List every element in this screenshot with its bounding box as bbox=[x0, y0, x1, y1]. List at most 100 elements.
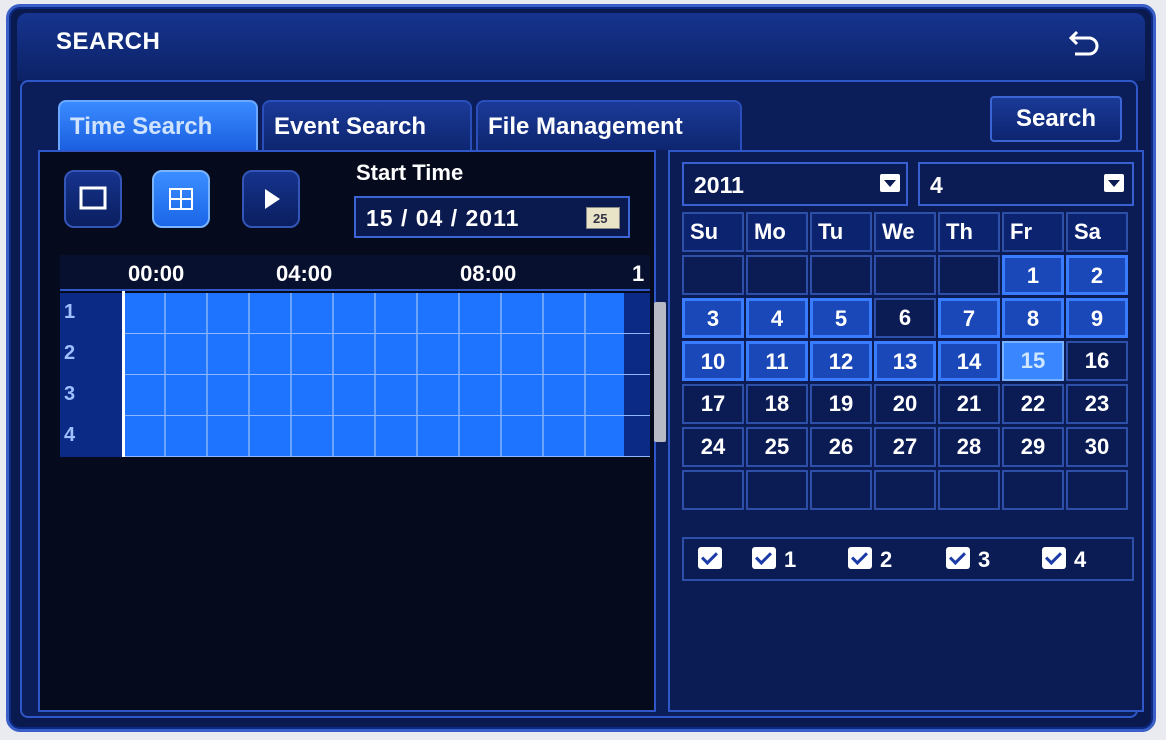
year-value: 2011 bbox=[694, 172, 744, 198]
channel-label: 2 bbox=[60, 334, 124, 375]
timeline-row: 1 bbox=[60, 293, 650, 334]
month-select[interactable]: 4 bbox=[918, 162, 1134, 206]
single-view-button[interactable] bbox=[64, 170, 122, 228]
calendar-day[interactable]: 16 bbox=[1066, 341, 1128, 381]
play-button[interactable] bbox=[242, 170, 300, 228]
calendar-day[interactable]: 30 bbox=[1066, 427, 1128, 467]
calendar-empty-cell bbox=[746, 470, 808, 510]
timeline-cursor[interactable] bbox=[122, 291, 125, 457]
calendar-day[interactable]: 9 bbox=[1066, 298, 1128, 338]
calendar-empty-cell bbox=[938, 255, 1000, 295]
timeline-time-label: 08:00 bbox=[460, 261, 517, 286]
channel-checkbox[interactable] bbox=[752, 547, 776, 569]
calendar-empty-cell bbox=[810, 255, 872, 295]
recording-bar[interactable] bbox=[124, 416, 624, 456]
calendar-day[interactable]: 22 bbox=[1002, 384, 1064, 424]
year-select[interactable]: 2011 bbox=[682, 162, 908, 206]
select-all-checkbox[interactable] bbox=[698, 547, 722, 569]
calendar-day[interactable]: 13 bbox=[874, 341, 936, 381]
calendar-day[interactable]: 4 bbox=[746, 298, 808, 338]
calendar-day[interactable]: 10 bbox=[682, 341, 744, 381]
weekday-header: Th bbox=[938, 212, 1000, 252]
calendar-day[interactable]: 25 bbox=[746, 427, 808, 467]
calendar-day[interactable]: 23 bbox=[1066, 384, 1128, 424]
channel-select-row: 1 2 3 4 bbox=[682, 537, 1134, 581]
calendar-day[interactable]: 21 bbox=[938, 384, 1000, 424]
tab-time-search[interactable]: Time Search bbox=[58, 100, 258, 150]
calendar-day[interactable]: 8 bbox=[1002, 298, 1064, 338]
calendar-icon-text: 25 bbox=[593, 211, 608, 226]
weekday-header: We bbox=[874, 212, 936, 252]
channel-checkbox[interactable] bbox=[946, 547, 970, 569]
weekday-header: Su bbox=[682, 212, 744, 252]
recording-bar[interactable] bbox=[124, 334, 624, 374]
recording-bar[interactable] bbox=[124, 375, 624, 415]
timeline-time-label: 04:00 bbox=[276, 261, 333, 286]
channel-label: 3 bbox=[60, 375, 124, 416]
tab-event-search[interactable]: Event Search bbox=[262, 100, 472, 150]
calendar-day[interactable]: 15 bbox=[1002, 341, 1064, 381]
calendar-day[interactable]: 29 bbox=[1002, 427, 1064, 467]
return-arrow-icon[interactable] bbox=[1063, 28, 1103, 60]
channel-checkbox[interactable] bbox=[1042, 547, 1066, 569]
timeline-row: 4 bbox=[60, 416, 650, 457]
calendar-day[interactable]: 11 bbox=[746, 341, 808, 381]
weekday-header: Fr bbox=[1002, 212, 1064, 252]
channel-label: 4 bbox=[60, 416, 124, 457]
calendar-day[interactable]: 17 bbox=[682, 384, 744, 424]
calendar-day[interactable]: 6 bbox=[874, 298, 936, 338]
calendar-day[interactable]: 28 bbox=[938, 427, 1000, 467]
channel-checkbox-label: 2 bbox=[880, 547, 893, 572]
channel-label: 1 bbox=[60, 293, 124, 334]
channel-checkbox-label: 4 bbox=[1074, 547, 1087, 572]
calendar-empty-cell bbox=[874, 255, 936, 295]
calendar-day[interactable]: 27 bbox=[874, 427, 936, 467]
calendar-day[interactable]: 2 bbox=[1066, 255, 1128, 295]
calendar-empty-cell bbox=[746, 255, 808, 295]
calendar-day[interactable]: 18 bbox=[746, 384, 808, 424]
channel-checkbox-label: 1 bbox=[784, 547, 797, 572]
quad-view-button[interactable] bbox=[152, 170, 210, 228]
calendar-day[interactable]: 3 bbox=[682, 298, 744, 338]
weekday-header: Tu bbox=[810, 212, 872, 252]
tab-file-management[interactable]: File Management bbox=[476, 100, 742, 150]
start-date-field[interactable]: 15 / 04 / 2011 25 bbox=[354, 196, 630, 238]
timeline-row: 3 bbox=[60, 375, 650, 416]
start-date-value: 15 / 04 / 2011 bbox=[366, 205, 520, 231]
timeline: 00:00 04:00 08:00 1 1 2 3 4 bbox=[60, 255, 650, 457]
calendar-day[interactable]: 20 bbox=[874, 384, 936, 424]
title-bar bbox=[17, 13, 1145, 81]
recording-bar[interactable] bbox=[124, 293, 624, 333]
calendar-empty-cell bbox=[1066, 470, 1128, 510]
window-title: SEARCH bbox=[56, 28, 161, 55]
timeline-row-end bbox=[624, 416, 650, 456]
calendar-day[interactable]: 7 bbox=[938, 298, 1000, 338]
calendar-icon[interactable]: 25 bbox=[586, 207, 620, 229]
calendar-empty-cell bbox=[682, 255, 744, 295]
weekday-header: Mo bbox=[746, 212, 808, 252]
scrollbar-thumb[interactable] bbox=[654, 302, 666, 442]
channel-checkbox[interactable] bbox=[848, 547, 872, 569]
timeline-row-end bbox=[624, 334, 650, 374]
calendar-empty-cell bbox=[938, 470, 1000, 510]
calendar-day[interactable]: 26 bbox=[810, 427, 872, 467]
calendar-empty-cell bbox=[1002, 470, 1064, 510]
quad-view-icon bbox=[169, 188, 193, 210]
calendar-day[interactable]: 1 bbox=[1002, 255, 1064, 295]
calendar-day[interactable]: 12 bbox=[810, 341, 872, 381]
calendar-empty-cell bbox=[682, 470, 744, 510]
calendar-empty-cell bbox=[810, 470, 872, 510]
single-view-icon bbox=[79, 186, 107, 210]
timeline-row-end bbox=[624, 293, 650, 333]
timeline-header: 00:00 04:00 08:00 1 bbox=[60, 255, 650, 291]
timeline-rows: 1 2 3 4 bbox=[60, 293, 650, 457]
timeline-time-label: 00:00 bbox=[128, 261, 185, 286]
calendar-day[interactable]: 5 bbox=[810, 298, 872, 338]
calendar-day[interactable]: 19 bbox=[810, 384, 872, 424]
calendar-empty-cell bbox=[874, 470, 936, 510]
search-button[interactable]: Search bbox=[990, 96, 1122, 142]
calendar-day[interactable]: 24 bbox=[682, 427, 744, 467]
timeline-time-label: 1 bbox=[632, 261, 645, 286]
timeline-row: 2 bbox=[60, 334, 650, 375]
calendar-day[interactable]: 14 bbox=[938, 341, 1000, 381]
